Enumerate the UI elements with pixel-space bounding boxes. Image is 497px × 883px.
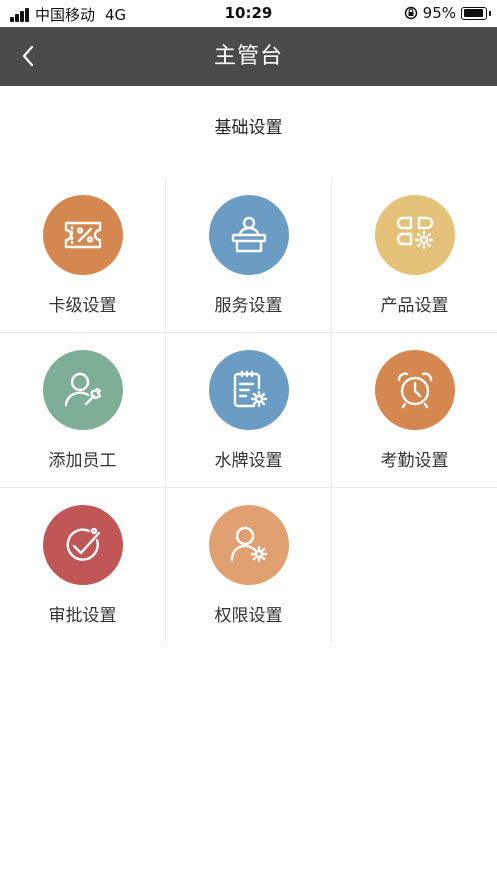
user-wrench-icon: [43, 350, 123, 430]
product-settings-item[interactable]: 产品设置: [332, 178, 497, 333]
grid-row: 添加员工 水牌设置 考勤设置: [0, 333, 497, 488]
card-level-settings-item[interactable]: 卡级设置: [0, 178, 166, 333]
attendance-settings-item[interactable]: 考勤设置: [332, 333, 497, 488]
coupon-percent-icon: [43, 195, 123, 275]
item-label: 权限设置: [214, 606, 283, 626]
approval-settings-item[interactable]: 审批设置: [0, 488, 166, 643]
status-bar: 中国移动 4G 10:29 95%: [0, 0, 497, 27]
item-label: 水牌设置: [214, 451, 283, 471]
grid-row: 审批设置 权限设置: [0, 488, 497, 643]
battery-fill: [463, 9, 484, 17]
item-label: 卡级设置: [48, 296, 117, 316]
battery-icon: [461, 6, 491, 20]
product-grid-gear-icon: [375, 195, 455, 275]
orientation-lock-icon: [404, 6, 418, 20]
approval-wrench-icon: [43, 505, 123, 585]
item-label: 服务设置: [214, 296, 283, 316]
item-label: 添加员工: [48, 451, 117, 471]
board-settings-item[interactable]: 水牌设置: [166, 333, 332, 488]
add-staff-item[interactable]: 添加员工: [0, 333, 166, 488]
battery-percent: 95%: [422, 4, 456, 22]
empty-cell: [332, 488, 497, 643]
grid-row: 卡级设置 服务设置 产品设置: [0, 178, 497, 333]
user-gear-icon: [209, 505, 289, 585]
page-title: 主管台: [213, 44, 283, 69]
alarm-clock-icon: [375, 350, 455, 430]
status-right: 95%: [404, 4, 491, 22]
reception-desk-icon: [209, 195, 289, 275]
item-label: 产品设置: [380, 296, 449, 316]
item-label: 审批设置: [48, 606, 117, 626]
item-label: 考勤设置: [380, 451, 449, 471]
permission-settings-item[interactable]: 权限设置: [166, 488, 332, 643]
section-title: 基础设置: [214, 118, 283, 138]
service-settings-item[interactable]: 服务设置: [166, 178, 332, 333]
clipboard-gear-icon: [209, 350, 289, 430]
nav-bar: 主管台: [0, 27, 497, 86]
settings-grid: 卡级设置 服务设置 产品设置 添加员工 水牌设置 考勤设置 审批设置 权限设置: [0, 178, 497, 643]
